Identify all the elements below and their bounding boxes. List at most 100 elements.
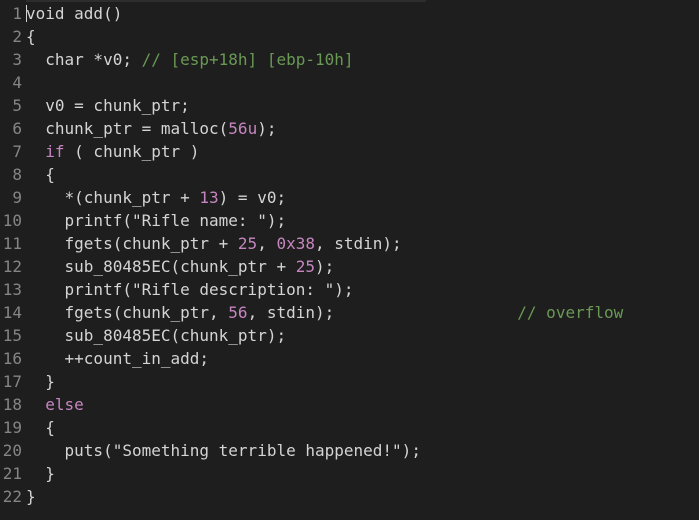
line-number: 16: [2, 349, 22, 368]
code-token: fgets(chunk_ptr +: [26, 234, 238, 253]
line-number: 10: [2, 211, 22, 230]
code-line[interactable]: 10 printf("Rifle name: ");: [0, 209, 699, 232]
code-text: sub_80485EC(chunk_ptr);: [26, 324, 287, 347]
code-line[interactable]: 3 char *v0; // [esp+18h] [ebp-10h]: [0, 48, 699, 71]
code-token: sub_80485EC(chunk_ptr);: [26, 326, 287, 345]
code-text: fgets(chunk_ptr, 56, stdin); // overflow: [26, 301, 624, 324]
code-line[interactable]: 1 void add(): [0, 2, 699, 25]
code-text: sub_80485EC(chunk_ptr + 25);: [26, 255, 335, 278]
code-token: void add(): [26, 4, 123, 23]
line-number: 8: [12, 165, 22, 184]
code-token: chunk_ptr = malloc(: [26, 119, 229, 138]
code-token: *(chunk_ptr +: [26, 188, 200, 207]
code-token: sub_80485EC(chunk_ptr +: [26, 257, 296, 276]
code-line[interactable]: 22}: [0, 485, 699, 508]
code-token: ,: [257, 234, 277, 253]
code-token: }: [26, 372, 55, 391]
code-text: }: [26, 485, 36, 508]
code-comment: // overflow: [517, 303, 624, 322]
code-comment: // [esp+18h] [ebp-10h]: [141, 50, 354, 69]
code-token: puts("Something terrible happened!");: [26, 441, 421, 460]
code-token: {: [26, 27, 36, 46]
code-text: }: [26, 370, 55, 393]
code-text: puts("Something terrible happened!");: [26, 439, 421, 462]
code-line[interactable]: 6 chunk_ptr = malloc(56u);: [0, 117, 699, 140]
code-line[interactable]: 11 fgets(chunk_ptr + 25, 0x38, stdin);: [0, 232, 699, 255]
code-text: *(chunk_ptr + 13) = v0;: [26, 186, 287, 209]
code-keyword: else: [45, 395, 84, 414]
line-number: 13: [2, 280, 22, 299]
code-token: char *v0;: [26, 50, 142, 69]
code-line[interactable]: 13 printf("Rifle description: ");: [0, 278, 699, 301]
code-line[interactable]: 19 {: [0, 416, 699, 439]
code-token: }: [26, 487, 36, 506]
code-token: }: [26, 464, 55, 483]
code-number: 25: [295, 257, 315, 276]
code-line[interactable]: 12 sub_80485EC(chunk_ptr + 25);: [0, 255, 699, 278]
line-number: 17: [2, 372, 22, 391]
code-text: if ( chunk_ptr ): [26, 140, 199, 163]
code-number: 13: [199, 188, 219, 207]
line-number: 4: [12, 73, 22, 92]
code-text: chunk_ptr = malloc(56u);: [26, 117, 276, 140]
code-text: v0 = chunk_ptr;: [26, 94, 190, 117]
code-token: ++count_in_add;: [26, 349, 210, 368]
line-number: 7: [12, 142, 22, 161]
code-text: printf("Rifle name: ");: [26, 209, 287, 232]
code-line[interactable]: 20 puts("Something terrible happened!");: [0, 439, 699, 462]
code-text: {: [26, 25, 36, 48]
line-number: 19: [2, 418, 22, 437]
code-line[interactable]: 8 {: [0, 163, 699, 186]
code-line[interactable]: 7 if ( chunk_ptr ): [0, 140, 699, 163]
code-line[interactable]: 17 }: [0, 370, 699, 393]
code-text: printf("Rifle description: ");: [26, 278, 354, 301]
code-keyword: if: [45, 142, 65, 161]
code-line[interactable]: 15 sub_80485EC(chunk_ptr);: [0, 324, 699, 347]
code-number: 56u: [228, 119, 258, 138]
code-token: fgets(chunk_ptr,: [26, 303, 229, 322]
code-line[interactable]: 14 fgets(chunk_ptr, 56, stdin); // overf…: [0, 301, 699, 324]
code-text: }: [26, 462, 55, 485]
line-number: 22: [2, 487, 22, 506]
line-number: 11: [2, 234, 22, 253]
code-token: {: [26, 165, 55, 184]
code-text: void add(): [26, 2, 122, 25]
code-token: v0 = chunk_ptr;: [26, 96, 190, 115]
code-text: fgets(chunk_ptr + 25, 0x38, stdin);: [26, 232, 402, 255]
code-line[interactable]: 16 ++count_in_add;: [0, 347, 699, 370]
line-number: 2: [12, 27, 22, 46]
code-token: ) = v0;: [218, 188, 287, 207]
code-editor[interactable]: 1 void add() 2{3 char *v0; // [esp+18h] [e…: [0, 0, 699, 520]
code-token: {: [26, 418, 55, 437]
code-number: 0x38: [276, 234, 315, 253]
code-number: 56: [228, 303, 248, 322]
code-token: , stdin);: [314, 234, 402, 253]
code-token: , stdin);: [247, 303, 518, 322]
code-number: 25: [237, 234, 258, 253]
code-text: ++count_in_add;: [26, 347, 210, 370]
code-line[interactable]: 2{: [0, 25, 699, 48]
line-number: 12: [2, 257, 22, 276]
code-line[interactable]: 18 else: [0, 393, 699, 416]
code-token: );: [257, 119, 277, 138]
line-number: 1: [12, 4, 22, 23]
code-line[interactable]: 5 v0 = chunk_ptr;: [0, 94, 699, 117]
code-text: char *v0; // [esp+18h] [ebp-10h]: [26, 48, 354, 71]
line-number: 20: [2, 441, 22, 460]
code-token: printf("Rifle description: ");: [26, 280, 354, 299]
line-number: 21: [2, 464, 22, 483]
code-token: ( chunk_ptr ): [64, 142, 200, 161]
code-text: {: [26, 416, 55, 439]
code-line[interactable]: 4: [0, 71, 699, 94]
code-line[interactable]: 21 }: [0, 462, 699, 485]
code-token: printf("Rifle name: ");: [26, 211, 287, 230]
line-number: 9: [12, 188, 22, 207]
line-number: 15: [2, 326, 22, 345]
line-number: 14: [2, 303, 22, 322]
line-number: 5: [12, 96, 22, 115]
code-line[interactable]: 9 *(chunk_ptr + 13) = v0;: [0, 186, 699, 209]
code-text: {: [26, 163, 55, 186]
line-number: 6: [12, 119, 22, 138]
